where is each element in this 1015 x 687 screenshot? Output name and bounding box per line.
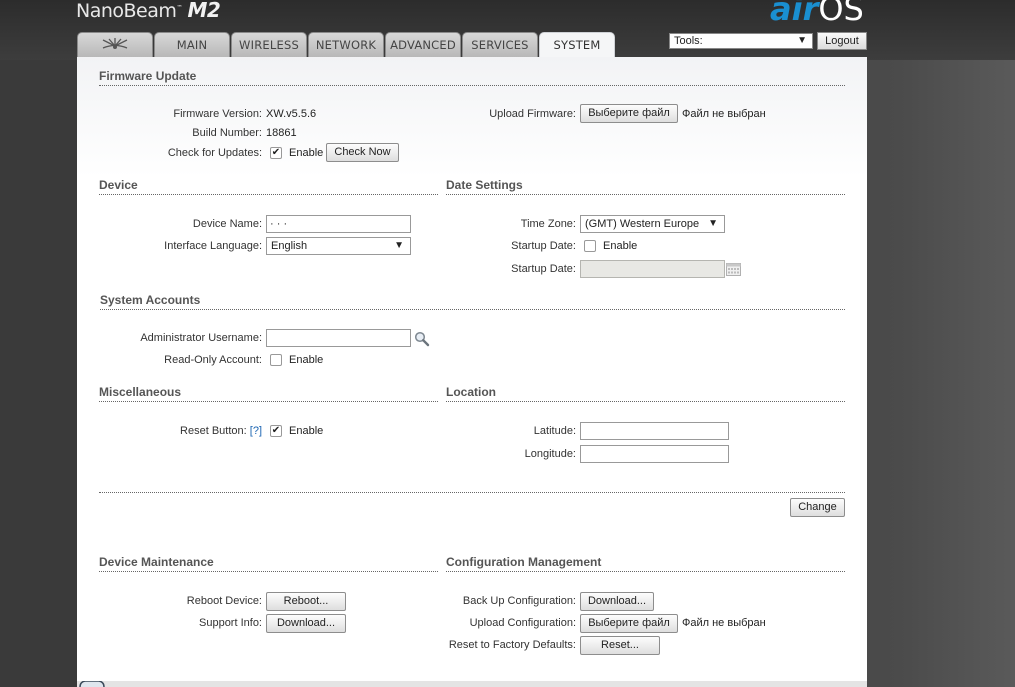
interface-language-value: English [271,240,308,252]
section-title-location: Location [446,385,845,402]
footer-strip [77,681,867,687]
tab-network[interactable]: NETWORK [308,32,384,57]
tab-ubiquiti[interactable] [77,32,153,57]
section-title-accounts: System Accounts [100,293,845,310]
logo-os: OS [818,0,864,28]
section-title-config: Configuration Management [446,555,845,572]
check-now-button[interactable]: Check Now [326,143,399,162]
section-title-device: Device [99,178,438,195]
readonly-account-enable-text: Enable [289,354,324,366]
change-button[interactable]: Change [790,498,845,517]
chevron-down-icon: ▼ [394,240,404,251]
section-divider [99,492,845,493]
upload-config-label: Upload Configuration: [469,617,576,629]
check-updates-label: Check for Updates: [167,147,262,159]
reset-button-label: Reset Button: [?] [100,425,262,437]
readonly-account-label: Read-Only Account: [164,354,262,366]
reset-button-help-link[interactable]: [?] [250,425,262,437]
reset-button-label-text: Reset Button: [180,425,247,437]
build-number-label: Build Number: [192,127,262,139]
section-title-misc: Miscellaneous [99,385,438,402]
admin-username-label: Administrator Username: [140,332,262,344]
interface-language-label: Interface Language: [164,240,262,252]
backup-config-download-button[interactable]: Download... [580,592,654,611]
firmware-version-value: XW.v5.5.6 [266,108,317,120]
calendar-icon[interactable] [726,262,741,276]
reset-button-enable-text: Enable [289,425,324,437]
startup-date-enable-text: Enable [603,240,638,252]
tools-select-value: Tools: [674,35,703,47]
interface-language-select[interactable]: English ▼ [266,237,411,255]
backup-config-label: Back Up Configuration: [462,595,576,607]
latitude-input[interactable] [580,422,729,440]
startup-date-input[interactable] [580,260,725,278]
logout-button[interactable]: Logout [817,32,867,50]
longitude-input[interactable] [580,445,729,463]
device-name-input[interactable]: · · · [266,215,411,233]
tools-select[interactable]: Tools: ▼ [669,33,813,49]
factory-reset-button[interactable]: Reset... [580,636,660,655]
product-name-text: NanoBeam [76,0,177,22]
admin-username-input[interactable] [266,329,411,347]
section-title-date: Date Settings [446,178,845,195]
reboot-button[interactable]: Reboot... [266,592,346,611]
time-zone-select[interactable]: (GMT) Western Europe ▼ [580,215,725,233]
reboot-device-label: Reboot Device: [186,595,262,607]
firmware-no-file-text: Файл не выбран [682,108,766,120]
airos-logo: airOS [770,0,864,28]
build-number-value: 18861 [266,127,297,139]
section-title-firmware: Firmware Update [99,69,845,86]
config-no-file-text: Файл не выбран [682,617,766,629]
tab-services[interactable]: SERVICES [462,32,538,57]
section-title-maintenance: Device Maintenance [99,555,438,572]
product-name: NanoBeam™ M2 [76,0,221,22]
latitude-label: Latitude: [533,425,576,437]
firmware-choose-file-button[interactable]: Выберите файл [580,104,678,123]
shield-icon [79,681,105,687]
firmware-version-label: Firmware Version: [173,108,262,120]
time-zone-value: (GMT) Western Europe [585,218,700,230]
longitude-label: Longitude: [524,448,576,460]
chevron-down-icon: ▼ [797,35,807,46]
readonly-account-checkbox[interactable] [270,354,282,366]
search-icon[interactable] [414,331,430,347]
support-info-label: Support Info: [199,617,262,629]
startup-date-label: Startup Date: [511,263,576,275]
chevron-down-icon: ▼ [708,218,718,229]
startup-date-checkbox[interactable] [584,240,596,252]
startup-date-enable-label: Startup Date: [511,240,576,252]
tab-wireless[interactable]: WIRELESS [231,32,307,57]
ubiquiti-logo-icon [102,38,128,49]
product-model: M2 [187,0,221,22]
check-updates-enable-label: Enable [289,147,324,159]
support-info-download-button[interactable]: Download... [266,614,346,633]
config-choose-file-button[interactable]: Выберите файл [580,614,678,633]
factory-reset-label: Reset to Factory Defaults: [448,639,576,651]
logo-air: air [770,0,819,28]
upload-firmware-label: Upload Firmware: [489,108,576,120]
check-updates-checkbox[interactable] [270,147,282,159]
reset-button-checkbox[interactable] [270,425,282,437]
device-name-label: Device Name: [192,218,262,230]
time-zone-label: Time Zone: [520,218,576,230]
tab-main[interactable]: MAIN [154,32,230,57]
tab-advanced[interactable]: ADVANCED [385,32,461,57]
tab-system[interactable]: SYSTEM [539,32,615,58]
